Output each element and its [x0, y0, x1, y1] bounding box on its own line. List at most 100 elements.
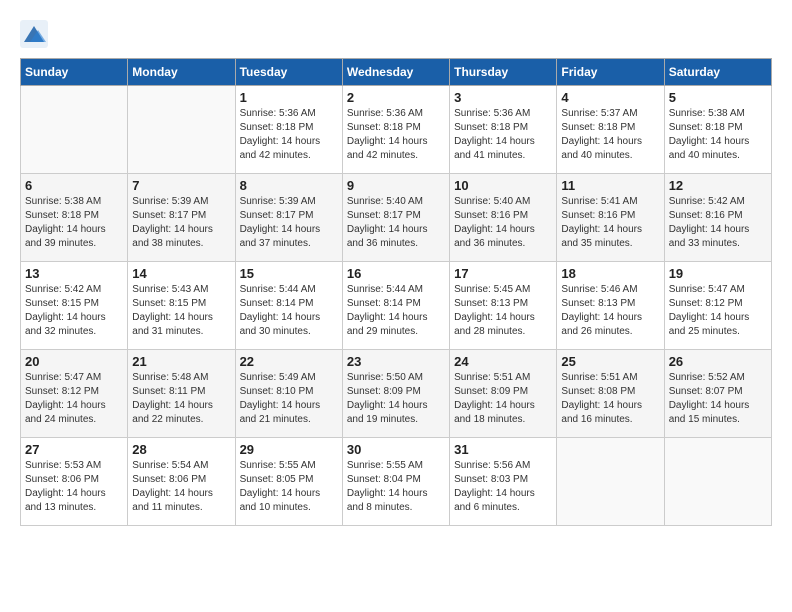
calendar-week-row: 20 Sunrise: 5:47 AMSunset: 8:12 PMDayligh… — [21, 350, 772, 438]
day-number: 6 — [25, 178, 123, 193]
day-info: Sunrise: 5:47 AMSunset: 8:12 PMDaylight:… — [669, 283, 767, 339]
day-info: Sunrise: 5:36 AMSunset: 8:18 PMDaylight:… — [347, 107, 445, 163]
day-number: 1 — [240, 90, 338, 105]
day-info: Sunrise: 5:42 AMSunset: 8:16 PMDaylight:… — [669, 195, 767, 251]
calendar-cell: 8 Sunrise: 5:39 AMSunset: 8:17 PMDaylight… — [235, 174, 342, 262]
calendar-cell: 10 Sunrise: 5:40 AMSunset: 8:16 PMDayligh… — [450, 174, 557, 262]
calendar-cell: 14 Sunrise: 5:43 AMSunset: 8:15 PMDayligh… — [128, 262, 235, 350]
calendar-cell: 9Sunrise: 5:40 AMSunset: 8:17 PMDaylight… — [342, 174, 449, 262]
weekday-header-saturday: Saturday — [664, 59, 771, 86]
calendar-cell: 2Sunrise: 5:36 AMSunset: 8:18 PMDaylight… — [342, 86, 449, 174]
day-info: Sunrise: 5:54 AMSunset: 8:06 PMDaylight:… — [132, 459, 230, 515]
weekday-header-friday: Friday — [557, 59, 664, 86]
day-number: 24 — [454, 354, 552, 369]
weekday-header-tuesday: Tuesday — [235, 59, 342, 86]
calendar-cell: 30 Sunrise: 5:55 AMSunset: 8:04 PMDayligh… — [342, 438, 449, 526]
calendar-cell: 19 Sunrise: 5:47 AMSunset: 8:12 PMDayligh… — [664, 262, 771, 350]
day-info: Sunrise: 5:53 AMSunset: 8:06 PMDaylight:… — [25, 459, 123, 515]
day-info: Sunrise: 5:43 AMSunset: 8:15 PMDaylight:… — [132, 283, 230, 339]
calendar-week-row: 27 Sunrise: 5:53 AMSunset: 8:06 PMDayligh… — [21, 438, 772, 526]
calendar-cell — [664, 438, 771, 526]
day-number: 13 — [25, 266, 123, 281]
day-info: Sunrise: 5:39 AMSunset: 8:17 PMDaylight:… — [240, 195, 338, 251]
day-info: Sunrise: 5:48 AMSunset: 8:11 PMDaylight:… — [132, 371, 230, 427]
calendar-cell: 1 Sunrise: 5:36 AMSunset: 8:18 PMDaylight… — [235, 86, 342, 174]
day-info: Sunrise: 5:47 AMSunset: 8:12 PMDaylight:… — [25, 371, 123, 427]
weekday-header-sunday: Sunday — [21, 59, 128, 86]
calendar-cell: 28 Sunrise: 5:54 AMSunset: 8:06 PMDayligh… — [128, 438, 235, 526]
calendar-table: SundayMondayTuesdayWednesdayThursdayFrid… — [20, 58, 772, 526]
day-info: Sunrise: 5:46 AMSunset: 8:13 PMDaylight:… — [561, 283, 659, 339]
calendar-cell — [128, 86, 235, 174]
calendar-cell — [557, 438, 664, 526]
day-number: 20 — [25, 354, 123, 369]
calendar-cell: 5 Sunrise: 5:38 AMSunset: 8:18 PMDaylight… — [664, 86, 771, 174]
day-number: 8 — [240, 178, 338, 193]
calendar-week-row: 1 Sunrise: 5:36 AMSunset: 8:18 PMDaylight… — [21, 86, 772, 174]
calendar-week-row: 13 Sunrise: 5:42 AMSunset: 8:15 PMDayligh… — [21, 262, 772, 350]
calendar-cell: 17 Sunrise: 5:45 AMSunset: 8:13 PMDayligh… — [450, 262, 557, 350]
weekday-header-monday: Monday — [128, 59, 235, 86]
calendar-cell: 4Sunrise: 5:37 AMSunset: 8:18 PMDaylight… — [557, 86, 664, 174]
day-number: 11 — [561, 178, 659, 193]
day-number: 5 — [669, 90, 767, 105]
page-header — [20, 20, 772, 48]
day-info: Sunrise: 5:42 AMSunset: 8:15 PMDaylight:… — [25, 283, 123, 339]
weekday-header-row: SundayMondayTuesdayWednesdayThursdayFrid… — [21, 59, 772, 86]
calendar-cell: 12Sunrise: 5:42 AMSunset: 8:16 PMDayligh… — [664, 174, 771, 262]
calendar-cell: 3 Sunrise: 5:36 AMSunset: 8:18 PMDaylight… — [450, 86, 557, 174]
day-number: 27 — [25, 442, 123, 457]
day-number: 30 — [347, 442, 445, 457]
day-info: Sunrise: 5:38 AMSunset: 8:18 PMDaylight:… — [25, 195, 123, 251]
calendar-cell: 18 Sunrise: 5:46 AMSunset: 8:13 PMDayligh… — [557, 262, 664, 350]
calendar-cell: 23Sunrise: 5:50 AMSunset: 8:09 PMDayligh… — [342, 350, 449, 438]
calendar-cell: 27 Sunrise: 5:53 AMSunset: 8:06 PMDayligh… — [21, 438, 128, 526]
day-number: 25 — [561, 354, 659, 369]
day-info: Sunrise: 5:36 AMSunset: 8:18 PMDaylight:… — [240, 107, 338, 163]
calendar-cell: 16 Sunrise: 5:44 AMSunset: 8:14 PMDayligh… — [342, 262, 449, 350]
calendar-cell: 29Sunrise: 5:55 AMSunset: 8:05 PMDayligh… — [235, 438, 342, 526]
calendar-cell: 21Sunrise: 5:48 AMSunset: 8:11 PMDayligh… — [128, 350, 235, 438]
day-info: Sunrise: 5:55 AMSunset: 8:05 PMDaylight:… — [240, 459, 338, 515]
calendar-cell — [21, 86, 128, 174]
day-info: Sunrise: 5:52 AMSunset: 8:07 PMDaylight:… — [669, 371, 767, 427]
logo-icon — [20, 20, 48, 48]
calendar-cell: 31 Sunrise: 5:56 AMSunset: 8:03 PMDayligh… — [450, 438, 557, 526]
calendar-cell: 11Sunrise: 5:41 AMSunset: 8:16 PMDayligh… — [557, 174, 664, 262]
day-number: 16 — [347, 266, 445, 281]
day-number: 3 — [454, 90, 552, 105]
calendar-cell: 20 Sunrise: 5:47 AMSunset: 8:12 PMDayligh… — [21, 350, 128, 438]
calendar-cell: 15 Sunrise: 5:44 AMSunset: 8:14 PMDayligh… — [235, 262, 342, 350]
calendar-cell: 26Sunrise: 5:52 AMSunset: 8:07 PMDayligh… — [664, 350, 771, 438]
logo — [20, 20, 52, 48]
weekday-header-thursday: Thursday — [450, 59, 557, 86]
day-info: Sunrise: 5:37 AMSunset: 8:18 PMDaylight:… — [561, 107, 659, 163]
day-info: Sunrise: 5:56 AMSunset: 8:03 PMDaylight:… — [454, 459, 552, 515]
day-number: 22 — [240, 354, 338, 369]
day-number: 14 — [132, 266, 230, 281]
day-number: 10 — [454, 178, 552, 193]
day-info: Sunrise: 5:51 AMSunset: 8:09 PMDaylight:… — [454, 371, 552, 427]
calendar-cell: 25Sunrise: 5:51 AMSunset: 8:08 PMDayligh… — [557, 350, 664, 438]
day-info: Sunrise: 5:45 AMSunset: 8:13 PMDaylight:… — [454, 283, 552, 339]
day-number: 23 — [347, 354, 445, 369]
day-info: Sunrise: 5:39 AMSunset: 8:17 PMDaylight:… — [132, 195, 230, 251]
day-info: Sunrise: 5:40 AMSunset: 8:16 PMDaylight:… — [454, 195, 552, 251]
day-number: 18 — [561, 266, 659, 281]
day-info: Sunrise: 5:44 AMSunset: 8:14 PMDaylight:… — [347, 283, 445, 339]
day-number: 28 — [132, 442, 230, 457]
calendar-cell: 24 Sunrise: 5:51 AMSunset: 8:09 PMDayligh… — [450, 350, 557, 438]
day-info: Sunrise: 5:55 AMSunset: 8:04 PMDaylight:… — [347, 459, 445, 515]
day-number: 19 — [669, 266, 767, 281]
day-info: Sunrise: 5:44 AMSunset: 8:14 PMDaylight:… — [240, 283, 338, 339]
weekday-header-wednesday: Wednesday — [342, 59, 449, 86]
day-number: 17 — [454, 266, 552, 281]
calendar-cell: 6 Sunrise: 5:38 AMSunset: 8:18 PMDaylight… — [21, 174, 128, 262]
calendar-cell: 22Sunrise: 5:49 AMSunset: 8:10 PMDayligh… — [235, 350, 342, 438]
day-number: 31 — [454, 442, 552, 457]
calendar-cell: 7Sunrise: 5:39 AMSunset: 8:17 PMDaylight… — [128, 174, 235, 262]
day-info: Sunrise: 5:38 AMSunset: 8:18 PMDaylight:… — [669, 107, 767, 163]
day-info: Sunrise: 5:36 AMSunset: 8:18 PMDaylight:… — [454, 107, 552, 163]
day-number: 15 — [240, 266, 338, 281]
day-number: 9 — [347, 178, 445, 193]
